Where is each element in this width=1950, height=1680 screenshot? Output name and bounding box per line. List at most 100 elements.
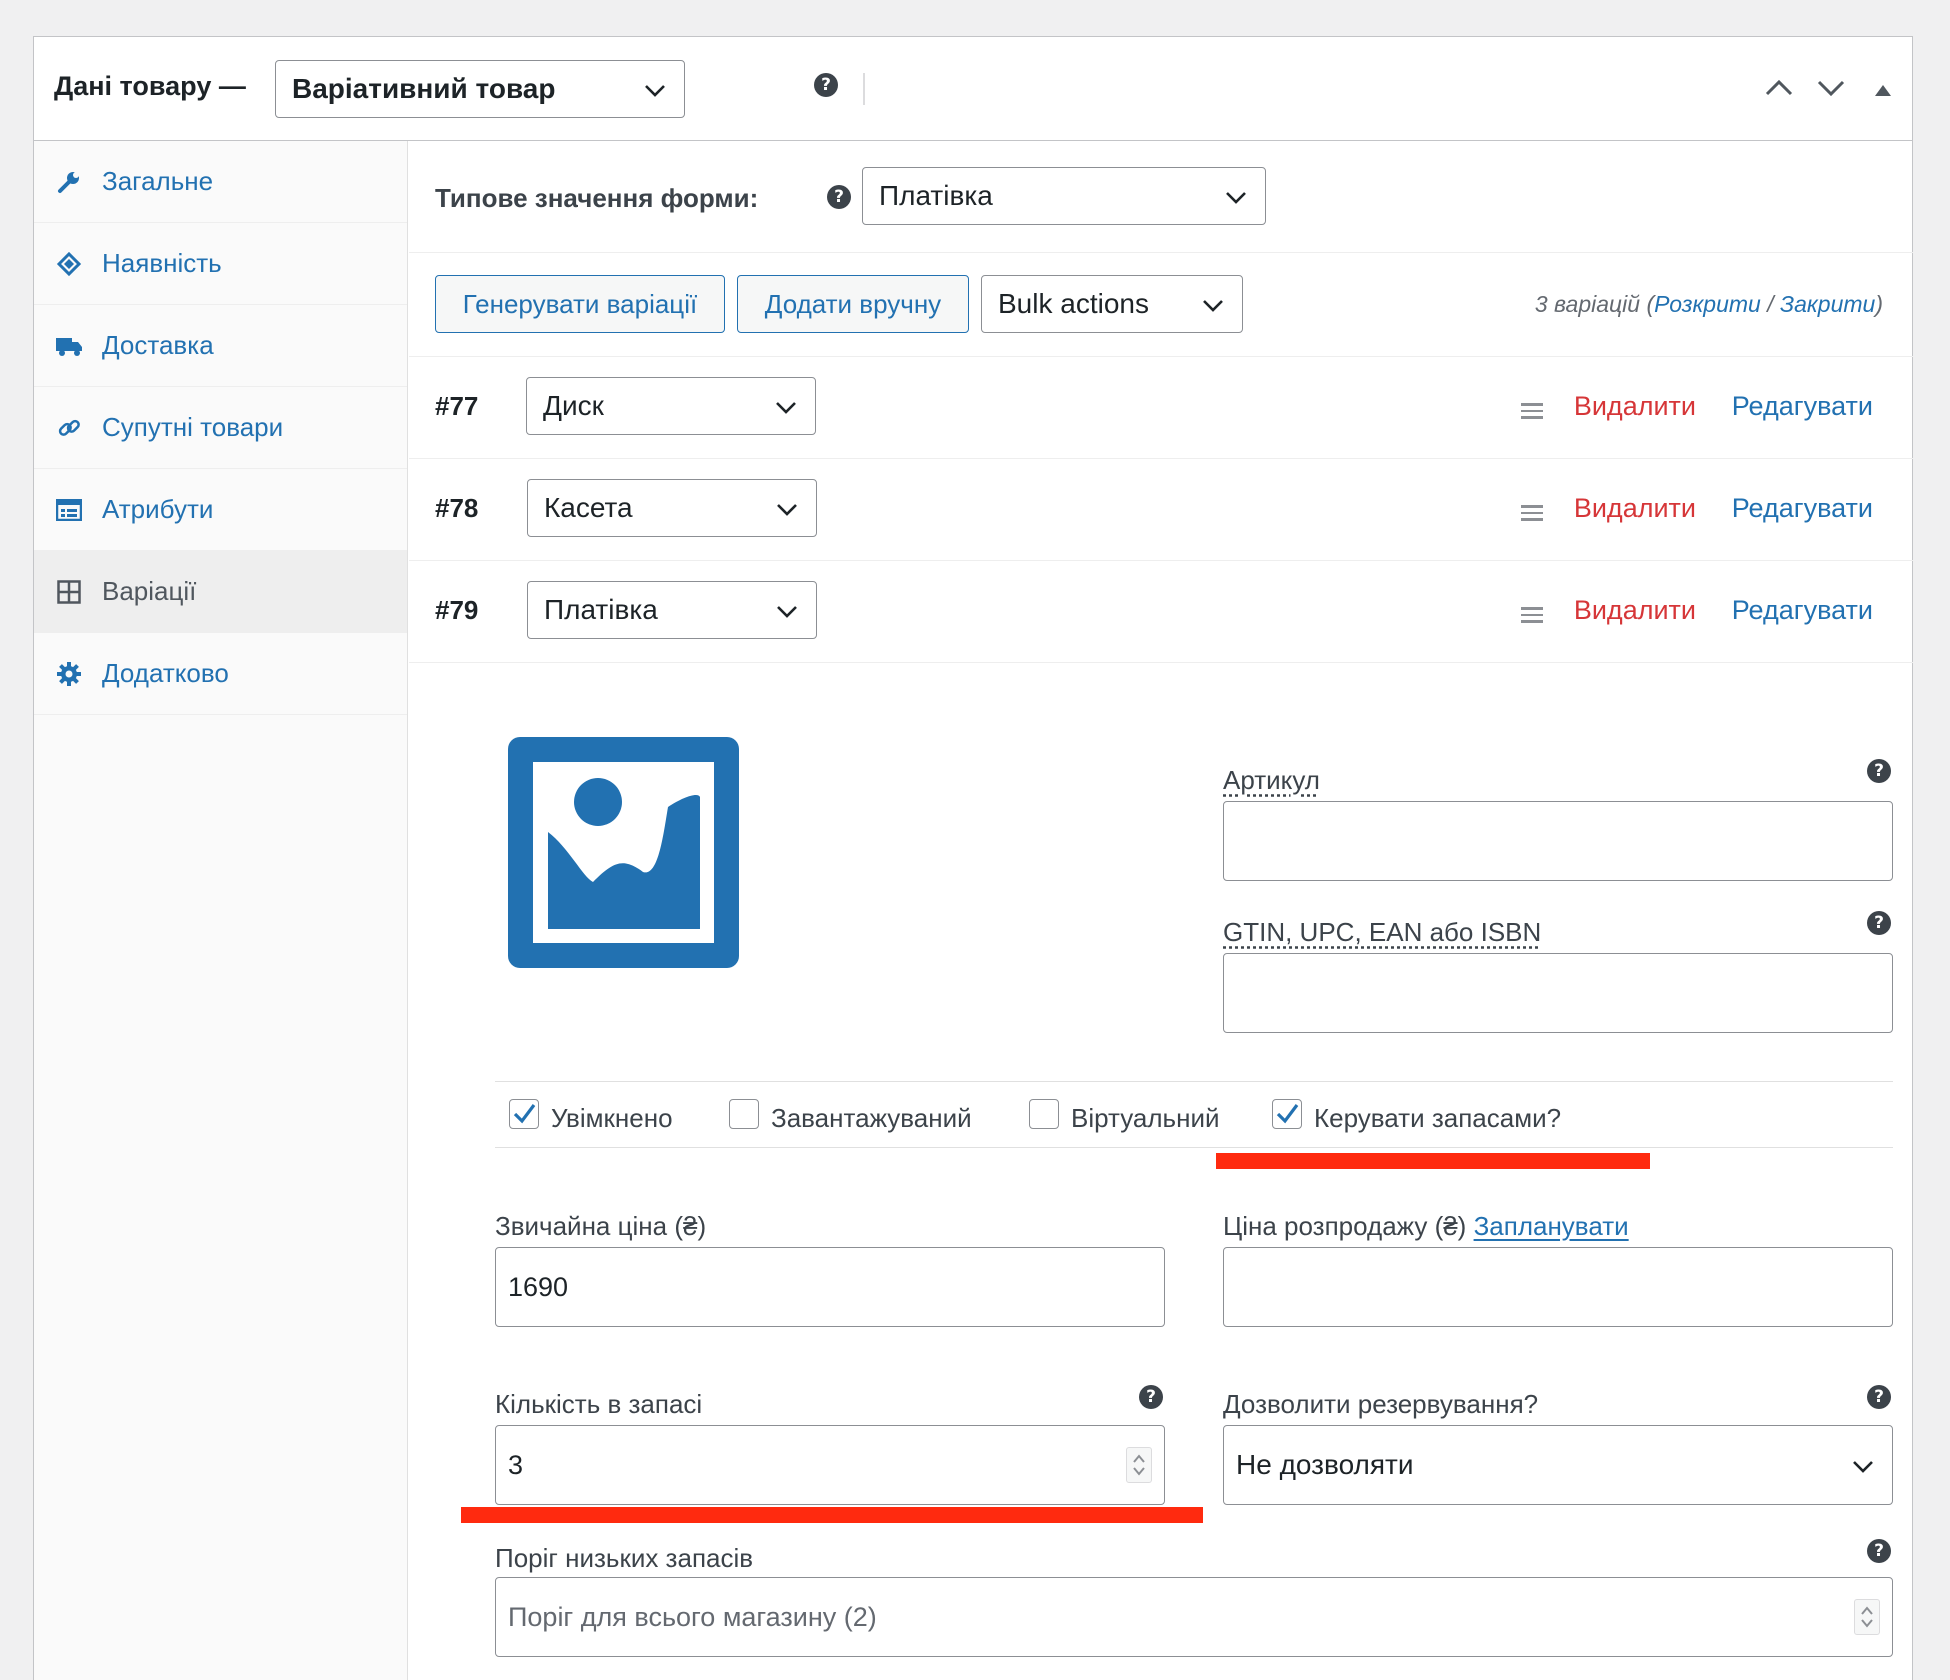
stock-quantity-value: 3	[508, 1449, 524, 1480]
sku-input[interactable]	[1223, 801, 1893, 881]
variation-row: #78 Касета Видалити Редагувати	[409, 459, 1913, 561]
product-data-panel: Дані товару — Варіативний товар ? Загаль…	[33, 36, 1913, 1680]
low-stock-label: Поріг низьких запасів	[495, 1543, 754, 1573]
move-down-icon[interactable]	[1816, 79, 1846, 104]
collapse-toggle-icon[interactable]	[1874, 83, 1892, 102]
grid-icon	[54, 577, 84, 607]
backorders-value: Не дозволяти	[1236, 1449, 1414, 1480]
variation-id: #79	[435, 595, 479, 625]
schedule-link[interactable]: Запланувати	[1474, 1211, 1629, 1241]
chevron-down-icon	[644, 73, 666, 105]
backorders-label: Дозволити резервування?	[1223, 1389, 1539, 1419]
variation-attribute-select[interactable]: Касета	[527, 479, 817, 537]
manage-stock-checkbox[interactable]	[1272, 1099, 1302, 1129]
variation-attribute-value: Платівка	[544, 594, 658, 625]
add-manually-button[interactable]: Додати вручну	[737, 275, 969, 333]
default-form-label: Типове значення форми:	[435, 183, 759, 213]
variations-toolbar: Генерувати варіації Додати вручну Bulk a…	[409, 253, 1913, 357]
stepper-icon[interactable]	[1854, 1599, 1880, 1635]
generate-variations-button[interactable]: Генерувати варіації	[435, 275, 725, 333]
truck-icon	[54, 331, 84, 361]
product-data-header: Дані товару — Варіативний товар ?	[34, 37, 1912, 141]
chevron-down-icon	[776, 594, 798, 626]
delete-variation-link[interactable]: Видалити	[1574, 391, 1696, 422]
variation-id: #78	[435, 493, 479, 523]
virtual-checkbox[interactable]	[1029, 1099, 1059, 1129]
stock-quantity-label: Кількість в запасі	[495, 1389, 703, 1419]
backorders-select[interactable]: Не дозволяти	[1223, 1425, 1893, 1505]
low-stock-placeholder: Поріг для всього магазину (2)	[508, 1601, 877, 1632]
edit-variation-link[interactable]: Редагувати	[1732, 493, 1873, 524]
help-icon[interactable]: ?	[1867, 911, 1891, 935]
low-stock-input[interactable]: Поріг для всього магазину (2)	[495, 1577, 1893, 1657]
image-icon	[508, 737, 739, 968]
edit-variation-link[interactable]: Редагувати	[1732, 595, 1873, 626]
variation-attribute-value: Диск	[543, 390, 604, 421]
tab-label: Варіації	[102, 576, 197, 606]
variation-attribute-select[interactable]: Платівка	[527, 581, 817, 639]
tab-variations[interactable]: Варіації	[34, 551, 407, 633]
variations-panel: Типове значення форми: ? Платівка Генеру…	[409, 141, 1913, 1680]
tab-attributes[interactable]: Атрибути	[34, 469, 407, 551]
tab-general[interactable]: Загальне	[34, 141, 407, 223]
product-type-value: Варіативний товар	[292, 73, 556, 104]
variation-id: #77	[435, 391, 479, 421]
variation-image-placeholder[interactable]	[508, 737, 739, 968]
expand-link[interactable]: Розкрити	[1654, 291, 1761, 317]
chevron-down-icon	[1852, 1449, 1874, 1481]
tab-label: Наявність	[102, 248, 222, 278]
manage-stock-label: Керувати запасами?	[1314, 1103, 1562, 1133]
default-form-select[interactable]: Платівка	[862, 167, 1266, 225]
divider	[495, 1081, 1893, 1082]
chevron-down-icon	[1225, 180, 1247, 212]
checkmark-icon	[513, 1104, 536, 1124]
tab-advanced[interactable]: Додатково	[34, 633, 407, 715]
tab-shipping[interactable]: Доставка	[34, 305, 407, 387]
stock-quantity-input[interactable]: 3	[495, 1425, 1165, 1505]
help-icon[interactable]: ?	[1867, 1385, 1891, 1409]
tab-label: Атрибути	[102, 494, 214, 524]
move-up-icon[interactable]	[1764, 77, 1794, 102]
product-data-title: Дані товару —	[54, 71, 246, 101]
enabled-checkbox[interactable]	[509, 1099, 539, 1129]
delete-variation-link[interactable]: Видалити	[1574, 595, 1696, 626]
sale-price-input[interactable]	[1223, 1247, 1893, 1327]
list-icon	[54, 495, 84, 525]
variation-row: #79 Платівка Видалити Редагувати	[409, 561, 1913, 663]
edit-variation-link[interactable]: Редагувати	[1732, 391, 1873, 422]
sku-label: Артикул	[1223, 765, 1320, 795]
sale-price-text: Ціна розпродажу (₴)	[1223, 1211, 1467, 1241]
drag-handle-icon[interactable]	[1521, 505, 1543, 525]
separator: /	[1760, 291, 1781, 317]
tag-icon	[54, 249, 84, 279]
regular-price-input[interactable]: 1690	[495, 1247, 1165, 1327]
drag-handle-icon[interactable]	[1521, 403, 1543, 423]
gtin-input[interactable]	[1223, 953, 1893, 1033]
gtin-label: GTIN, UPC, EAN або ISBN	[1223, 917, 1542, 947]
help-icon[interactable]: ?	[1139, 1385, 1163, 1409]
link-icon	[54, 413, 84, 443]
drag-handle-icon[interactable]	[1521, 607, 1543, 627]
product-type-select[interactable]: Варіативний товар	[275, 60, 685, 118]
delete-variation-link[interactable]: Видалити	[1574, 493, 1696, 524]
stepper-icon[interactable]	[1126, 1447, 1152, 1483]
help-icon[interactable]: ?	[1867, 1539, 1891, 1563]
tab-linked-products[interactable]: Супутні товари	[34, 387, 407, 469]
wrench-icon	[54, 167, 84, 197]
sale-price-label: Ціна розпродажу (₴) Запланувати	[1223, 1211, 1629, 1242]
variation-attribute-select[interactable]: Диск	[526, 377, 816, 435]
checkmark-icon	[1276, 1104, 1299, 1124]
downloadable-label: Завантажуваний	[771, 1103, 972, 1133]
bulk-actions-value: Bulk actions	[998, 288, 1149, 319]
downloadable-checkbox[interactable]	[729, 1099, 759, 1129]
divider	[863, 73, 865, 105]
count-text: 3 варіацій (	[1534, 291, 1655, 317]
help-icon[interactable]: ?	[814, 73, 838, 97]
help-icon[interactable]: ?	[1867, 759, 1891, 783]
bulk-actions-select[interactable]: Bulk actions	[981, 275, 1243, 333]
help-icon[interactable]: ?	[827, 185, 851, 209]
highlight-underline	[1216, 1153, 1650, 1169]
variation-attribute-value: Касета	[544, 492, 633, 523]
tab-inventory[interactable]: Наявність	[34, 223, 407, 305]
close-link[interactable]: Закрити	[1780, 291, 1875, 317]
